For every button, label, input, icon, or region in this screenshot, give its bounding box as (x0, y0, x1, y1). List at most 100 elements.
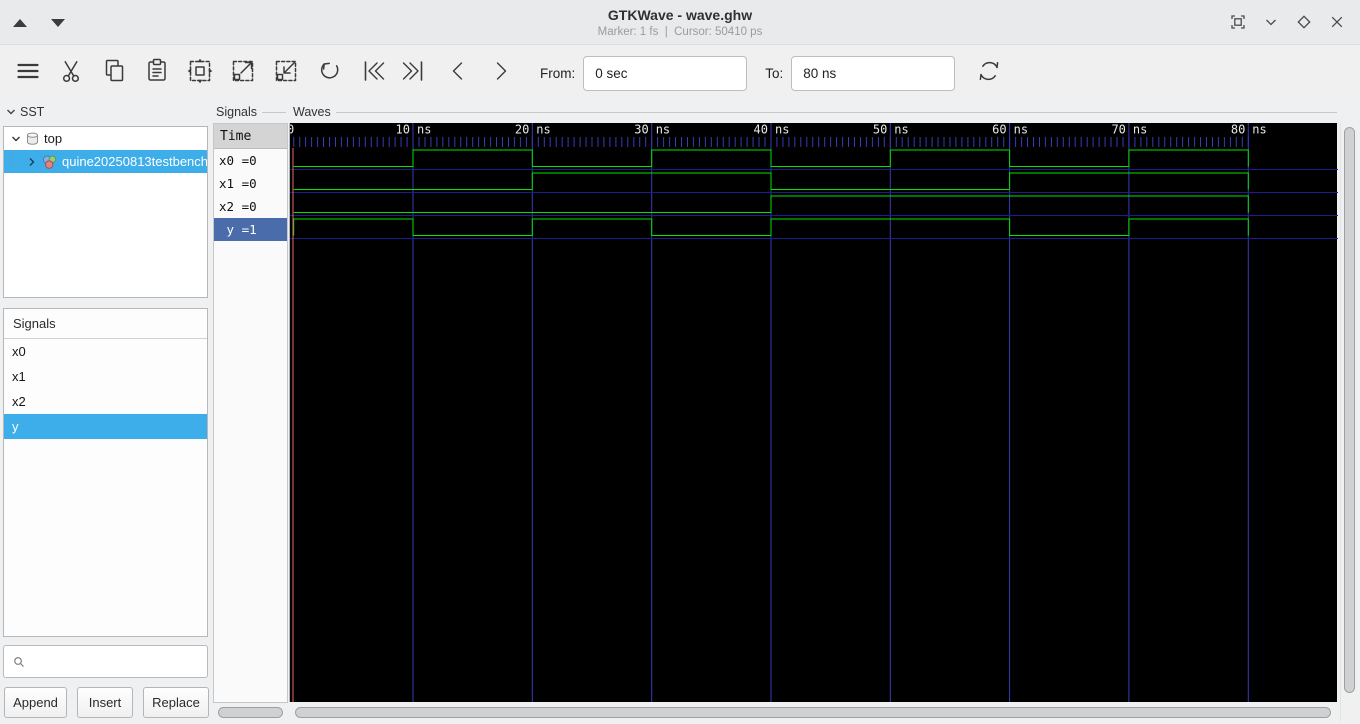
svg-text:ns: ns (1133, 123, 1147, 137)
tree-connector (10, 151, 20, 172)
shift-up-button[interactable] (12, 17, 28, 29)
sst-tree-item-top[interactable]: top (4, 127, 207, 150)
signal-action-buttons: Append Insert Replace (3, 687, 209, 719)
copy-button[interactable] (92, 52, 135, 94)
svg-text:80: 80 (1231, 123, 1245, 137)
svg-text:40: 40 (754, 123, 768, 137)
cut-button[interactable] (49, 52, 92, 94)
svg-text:50: 50 (873, 123, 887, 137)
signal-names-panel: Time x0 =0 x1 =0 x2 =0 y =1 (213, 123, 288, 703)
minimize-button[interactable] (1262, 13, 1280, 31)
waves-horizontal-scrollbar-thumb[interactable] (295, 707, 1331, 718)
waves-frame-label: Waves (293, 105, 1337, 119)
zoom-fit-button[interactable] (178, 52, 221, 94)
zoom-out-icon (271, 56, 301, 91)
signal-search-header: Signals (4, 309, 207, 339)
svg-text:20: 20 (515, 123, 529, 137)
to-input[interactable] (791, 55, 956, 91)
from-input[interactable] (583, 55, 748, 91)
svg-text:ns: ns (536, 123, 550, 137)
fullscreen-icon (1231, 15, 1245, 29)
tree-item-label: top (44, 131, 63, 146)
next-edge-button[interactable] (479, 52, 522, 94)
append-button[interactable]: Append (4, 687, 67, 718)
signal-name-rows: x0 =0 x1 =0 x2 =0 y =1 (214, 149, 287, 241)
window-title: GTKWave - wave.ghw (607, 7, 753, 23)
signal-list-item-x0[interactable]: x0 (4, 339, 207, 364)
signal-value-row-y[interactable]: y =1 (214, 218, 287, 241)
chevron-left-icon (443, 56, 473, 91)
signal-value-row-x0[interactable]: x0 =0 (214, 149, 287, 172)
database-icon (25, 131, 40, 146)
close-button[interactable] (1328, 13, 1346, 31)
svg-text:ns: ns (417, 123, 431, 137)
sst-tree-item-quine20250813testbench[interactable]: quine20250813testbench (4, 150, 207, 173)
time-header: Time (214, 124, 287, 149)
signal-value-row-x2[interactable]: x2 =0 (214, 195, 287, 218)
signal-list-item-x1[interactable]: x1 (4, 364, 207, 389)
waves-vertical-scrollbar[interactable] (1340, 123, 1357, 721)
signal-value-row-x1[interactable]: x1 =0 (214, 172, 287, 195)
tree-item-label: quine20250813testbench (62, 154, 207, 169)
svg-text:60: 60 (992, 123, 1006, 137)
signal-list-item-x2[interactable]: x2 (4, 389, 207, 414)
close-icon (1331, 16, 1343, 28)
search-icon (14, 656, 24, 667)
paste-button[interactable] (135, 52, 178, 94)
svg-text:ns: ns (1014, 123, 1028, 137)
chevron-down-icon (1266, 19, 1276, 26)
maximize-button[interactable] (1295, 13, 1313, 31)
undo-zoom-button[interactable] (307, 52, 350, 94)
signal-search-box (3, 645, 208, 678)
undo-icon (314, 56, 344, 91)
chevron-down-icon (5, 106, 17, 118)
menu-icon (13, 56, 43, 91)
chevron-right-icon (486, 56, 516, 91)
zoom-fit-icon (185, 56, 215, 91)
titlebar-center: GTKWave - wave.ghw Marker: 1 fs | Cursor… (200, 7, 1160, 38)
names-horizontal-scrollbar-thumb[interactable] (218, 707, 283, 718)
zoom-out-button[interactable] (264, 52, 307, 94)
triangle-down-icon (51, 19, 65, 27)
expander-down-icon[interactable] (10, 133, 22, 145)
menu-button[interactable] (6, 52, 49, 94)
svg-text:30: 30 (634, 123, 648, 137)
scissors-icon (56, 56, 86, 91)
svg-text:10: 10 (396, 123, 410, 137)
replace-button[interactable]: Replace (143, 687, 209, 718)
search-input[interactable] (31, 646, 207, 677)
window-controls (1229, 13, 1346, 31)
reload-button[interactable] (967, 52, 1010, 94)
svg-text:ns: ns (656, 123, 670, 137)
svg-text:ns: ns (775, 123, 789, 137)
toolbar: From: To: (0, 46, 1360, 100)
shift-down-button[interactable] (50, 17, 66, 29)
signal-search-list: x0 x1 x2 y (4, 339, 207, 439)
names-horizontal-scrollbar[interactable] (213, 704, 288, 721)
expander-right-icon[interactable] (26, 156, 38, 168)
waveform-svg: 0 10 ns 20 ns 30 ns 40 ns 50 ns 60 ns 70 ns 80 ns (290, 123, 1338, 702)
toolbar-buttons (6, 52, 522, 94)
diamond-icon (1297, 15, 1311, 29)
zoom-in-icon (228, 56, 258, 91)
svg-text:70: 70 (1111, 123, 1125, 137)
marker-cursor-status: Marker: 1 fs | Cursor: 50410 ps (597, 26, 763, 38)
waves-horizontal-scrollbar[interactable] (290, 704, 1337, 721)
insert-button[interactable]: Insert (77, 687, 133, 718)
go-to-start-button[interactable] (350, 52, 393, 94)
signal-list-item-y[interactable]: y (4, 414, 207, 439)
fullscreen-button[interactable] (1229, 13, 1247, 31)
paste-icon (142, 56, 172, 91)
names-frame-label: Signals (216, 105, 286, 119)
wave-canvas[interactable]: 0 10 ns 20 ns 30 ns 40 ns 50 ns 60 ns 70 ns 80 ns (289, 123, 1338, 702)
double-chevron-left-icon (357, 56, 387, 91)
signal-search-panel: Signals x0 x1 x2 y (3, 308, 208, 637)
double-chevron-right-icon (400, 56, 430, 91)
svg-text:ns: ns (894, 123, 908, 137)
prev-edge-button[interactable] (436, 52, 479, 94)
zoom-in-button[interactable] (221, 52, 264, 94)
triangle-up-icon (13, 19, 27, 27)
go-to-end-button[interactable] (393, 52, 436, 94)
waves-vertical-scrollbar-thumb[interactable] (1344, 127, 1355, 693)
from-label: From: (540, 65, 576, 81)
